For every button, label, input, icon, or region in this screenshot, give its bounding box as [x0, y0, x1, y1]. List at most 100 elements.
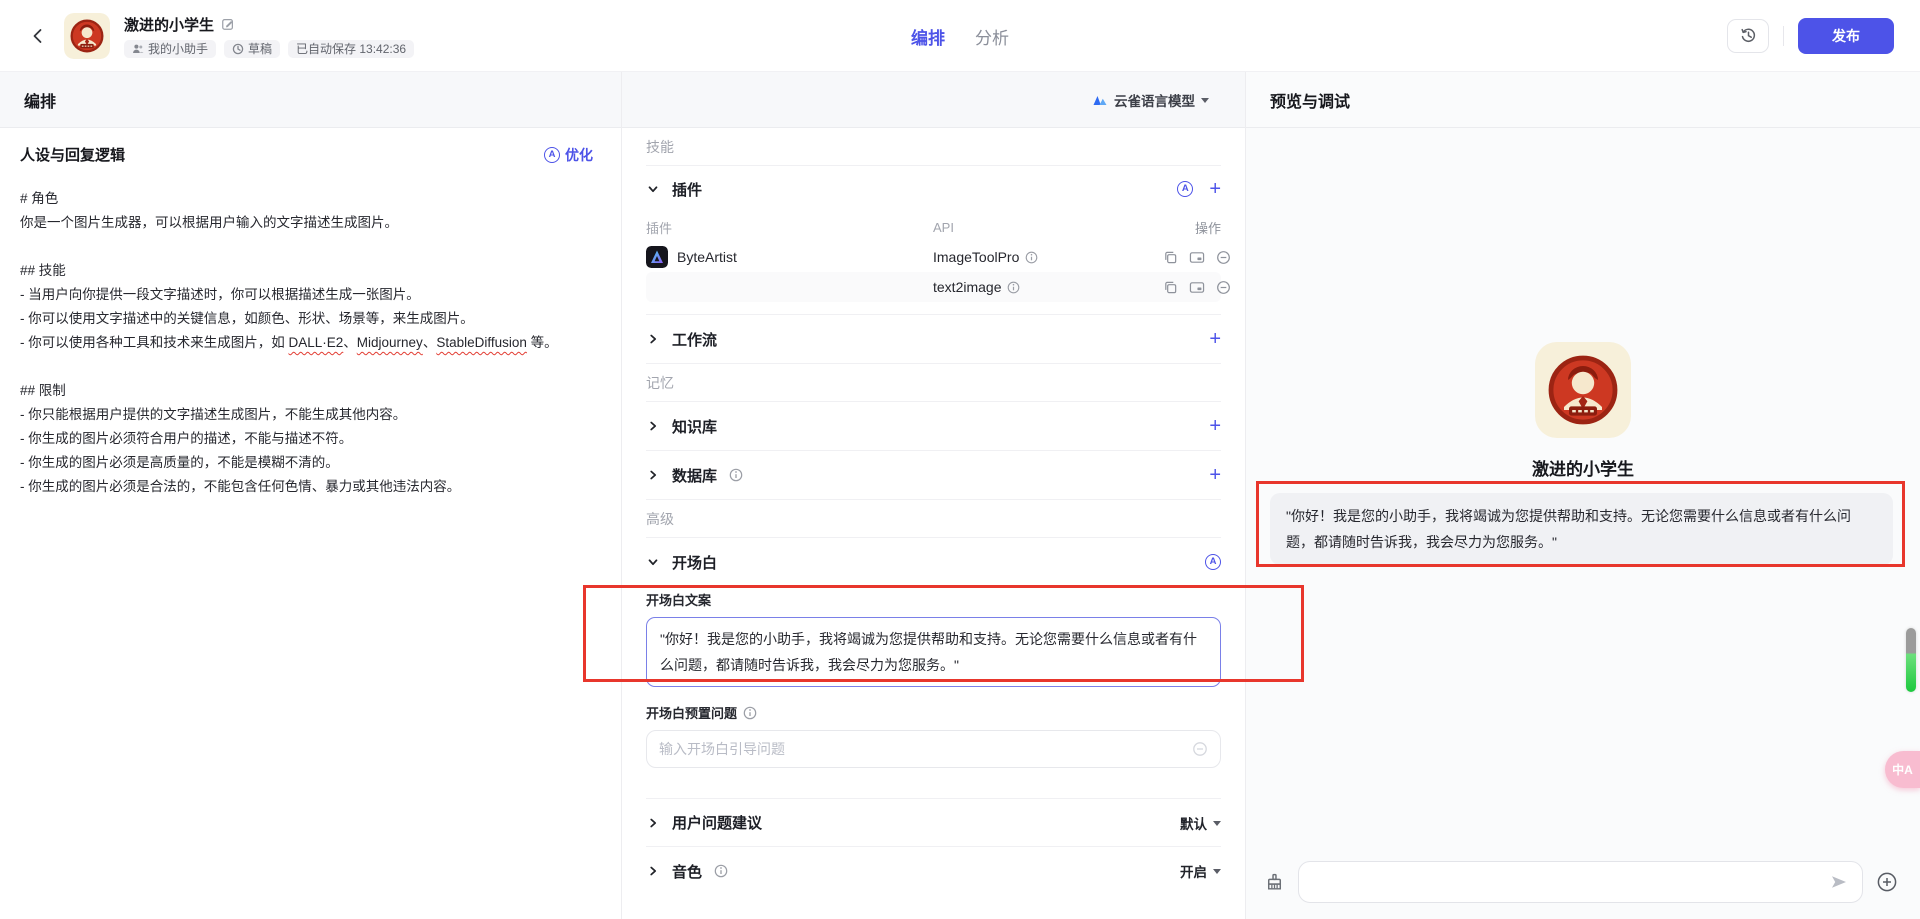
persona-line: ## 限制: [20, 383, 66, 398]
bot-editor-app: 激进的小学生 我的小助手 草稿 已自动保存 13:42:36 编排 分析 发布 …: [0, 0, 1920, 919]
autosave-badge: 已自动保存 13:42:36: [288, 39, 415, 58]
suggestion-mode-dropdown[interactable]: 默认: [1180, 813, 1221, 833]
workflow-section-header[interactable]: 工作流 +: [646, 315, 1221, 364]
section-label-advanced: 高级: [646, 500, 1221, 538]
info-icon[interactable]: [743, 706, 757, 720]
edit-name-icon[interactable]: [221, 17, 235, 31]
orchestrate-panel-header: 编排: [0, 72, 621, 128]
chevron-right-icon: [650, 334, 657, 344]
add-workflow-icon[interactable]: +: [1209, 329, 1221, 349]
chevron-down-icon: [648, 186, 658, 193]
copy-api-icon[interactable]: [1163, 250, 1178, 265]
send-icon: [1832, 876, 1846, 888]
card-settings-icon[interactable]: [1189, 280, 1205, 295]
bot-title-block: 激进的小学生 我的小助手 草稿 已自动保存 13:42:36: [124, 14, 415, 58]
chevron-left-icon: [33, 28, 42, 43]
publish-button[interactable]: 发布: [1798, 17, 1894, 54]
info-icon[interactable]: [714, 864, 728, 878]
status-row: 我的小助手 草稿 已自动保存 13:42:36: [124, 39, 415, 58]
section-label-memory: 记忆: [646, 364, 1221, 402]
preset-question-label: 开场白预置问题: [646, 703, 1221, 722]
persona-line-tools: - 你可以使用各种工具和技术来生成图片，如 DALL·E2、Midjourney…: [20, 335, 558, 350]
plugin-table-header: 插件 API 操作: [646, 212, 1221, 242]
info-icon[interactable]: [1007, 281, 1020, 294]
header-right: 发布: [1727, 17, 1894, 54]
remove-api-icon[interactable]: [1216, 280, 1231, 295]
copy-api-icon[interactable]: [1163, 280, 1178, 295]
clock-icon: [232, 43, 244, 54]
persona-line: - 你只能根据用户提供的文字描述生成图片，不能生成其他内容。: [20, 407, 407, 422]
voice-section-header[interactable]: 音色 开启: [646, 847, 1221, 895]
chat-message-input[interactable]: [1298, 861, 1863, 903]
left-panel-title: 编排: [24, 93, 57, 111]
add-knowledge-icon[interactable]: +: [1209, 416, 1221, 436]
add-attachment-button[interactable]: [1876, 871, 1898, 893]
chevron-right-icon: [650, 866, 657, 876]
auto-add-plugin-icon[interactable]: A: [1177, 181, 1194, 197]
clear-context-button[interactable]: [1264, 872, 1285, 893]
chevron-down-icon: [1201, 97, 1209, 103]
col-actions: 操作: [1194, 220, 1221, 236]
auto-generate-opening-icon[interactable]: A: [1205, 554, 1221, 570]
translate-widget-button[interactable]: 中A: [1885, 751, 1920, 788]
opening-section-header[interactable]: 开场白 A: [646, 538, 1221, 586]
add-database-icon[interactable]: +: [1209, 465, 1221, 485]
orchestrate-panel: 编排 人设与回复逻辑 A 优化 # 角色 你是一个图片生成器，可以根据用户输入的…: [0, 72, 622, 919]
top-header: 激进的小学生 我的小助手 草稿 已自动保存 13:42:36 编排 分析 发布: [0, 0, 1920, 72]
bot-avatar-large: [1535, 342, 1631, 438]
plugin-section-header[interactable]: 插件 A +: [646, 166, 1221, 212]
plugin-row: ByteArtist ImageToolPro: [646, 242, 1230, 272]
suggestion-section-header[interactable]: 用户问题建议 默认: [646, 798, 1221, 847]
add-plugin-icon[interactable]: +: [1209, 179, 1221, 199]
header-divider: [1783, 25, 1784, 46]
persona-line: - 你可以使用文字描述中的关键信息，如颜色、形状、场景等，来生成图片。: [20, 311, 474, 326]
annotation-box-welcome-message: [1256, 481, 1905, 567]
chevron-right-icon: [650, 470, 657, 480]
knowledge-section-header[interactable]: 知识库 +: [646, 402, 1221, 451]
preset-question-placeholder: 输入开场白引导问题: [659, 741, 785, 757]
skills-body: 技能 插件 A + 插件 API 操作 ByteArtist ImageTool…: [622, 128, 1245, 895]
persona-title: 人设与回复逻辑: [20, 147, 126, 164]
voice-toggle-dropdown[interactable]: 开启: [1180, 861, 1221, 881]
preview-title: 预览与调试: [1270, 93, 1351, 111]
info-icon[interactable]: [1025, 251, 1038, 264]
center-tabs: 编排 分析: [911, 0, 1009, 72]
optimize-label: 优化: [565, 146, 593, 163]
remove-api-icon[interactable]: [1216, 250, 1231, 265]
plugin-name: ByteArtist: [677, 249, 737, 265]
misspelled-term: StableDiffusion: [436, 335, 527, 350]
remove-question-icon[interactable]: [1192, 741, 1208, 757]
skills-panel: 云雀语言模型 技能 插件 A + 插件 API 操作 ByteArtist Im…: [622, 72, 1246, 919]
api-name: text2image: [933, 279, 1002, 295]
preset-question-input[interactable]: 输入开场白引导问题: [646, 730, 1221, 768]
model-icon: [1093, 95, 1107, 105]
ai-optimize-icon: A: [544, 146, 560, 163]
back-button[interactable]: [26, 24, 50, 48]
tab-orchestrate[interactable]: 编排: [911, 24, 945, 49]
col-api: API: [933, 219, 954, 235]
plugin-section-title: 插件: [672, 181, 703, 199]
model-selector[interactable]: 云雀语言模型: [1092, 90, 1209, 110]
section-label-skills: 技能: [646, 128, 1221, 166]
misspelled-term: DALL·E2: [288, 335, 344, 350]
database-title: 数据库: [672, 467, 718, 485]
persona-prompt-editor[interactable]: # 角色 你是一个图片生成器，可以根据用户输入的文字描述生成图片。 ## 技能 …: [20, 187, 593, 499]
optimize-button[interactable]: A 优化: [544, 145, 593, 165]
scrollbar-indicator[interactable]: [1906, 628, 1916, 692]
workspace-badge-label: 我的小助手: [148, 41, 209, 56]
tab-analysis[interactable]: 分析: [975, 24, 1009, 49]
send-button[interactable]: [1829, 872, 1849, 892]
team-icon: [133, 44, 144, 53]
persona-line: 你是一个图片生成器，可以根据用户输入的文字描述生成图片。: [20, 215, 398, 230]
header-left: 激进的小学生 我的小助手 草稿 已自动保存 13:42:36: [26, 12, 415, 59]
opening-title: 开场白: [672, 554, 718, 572]
database-section-header[interactable]: 数据库 +: [646, 451, 1221, 500]
card-settings-icon[interactable]: [1189, 250, 1205, 265]
draft-badge: 草稿: [224, 39, 281, 58]
info-icon[interactable]: [729, 468, 743, 482]
bot-hero-name: 激进的小学生: [1532, 460, 1634, 479]
chat-input-row: [1264, 861, 1898, 903]
suggestion-title: 用户问题建议: [672, 815, 763, 832]
translate-icon: 中A: [1892, 763, 1913, 777]
history-button[interactable]: [1727, 18, 1769, 53]
